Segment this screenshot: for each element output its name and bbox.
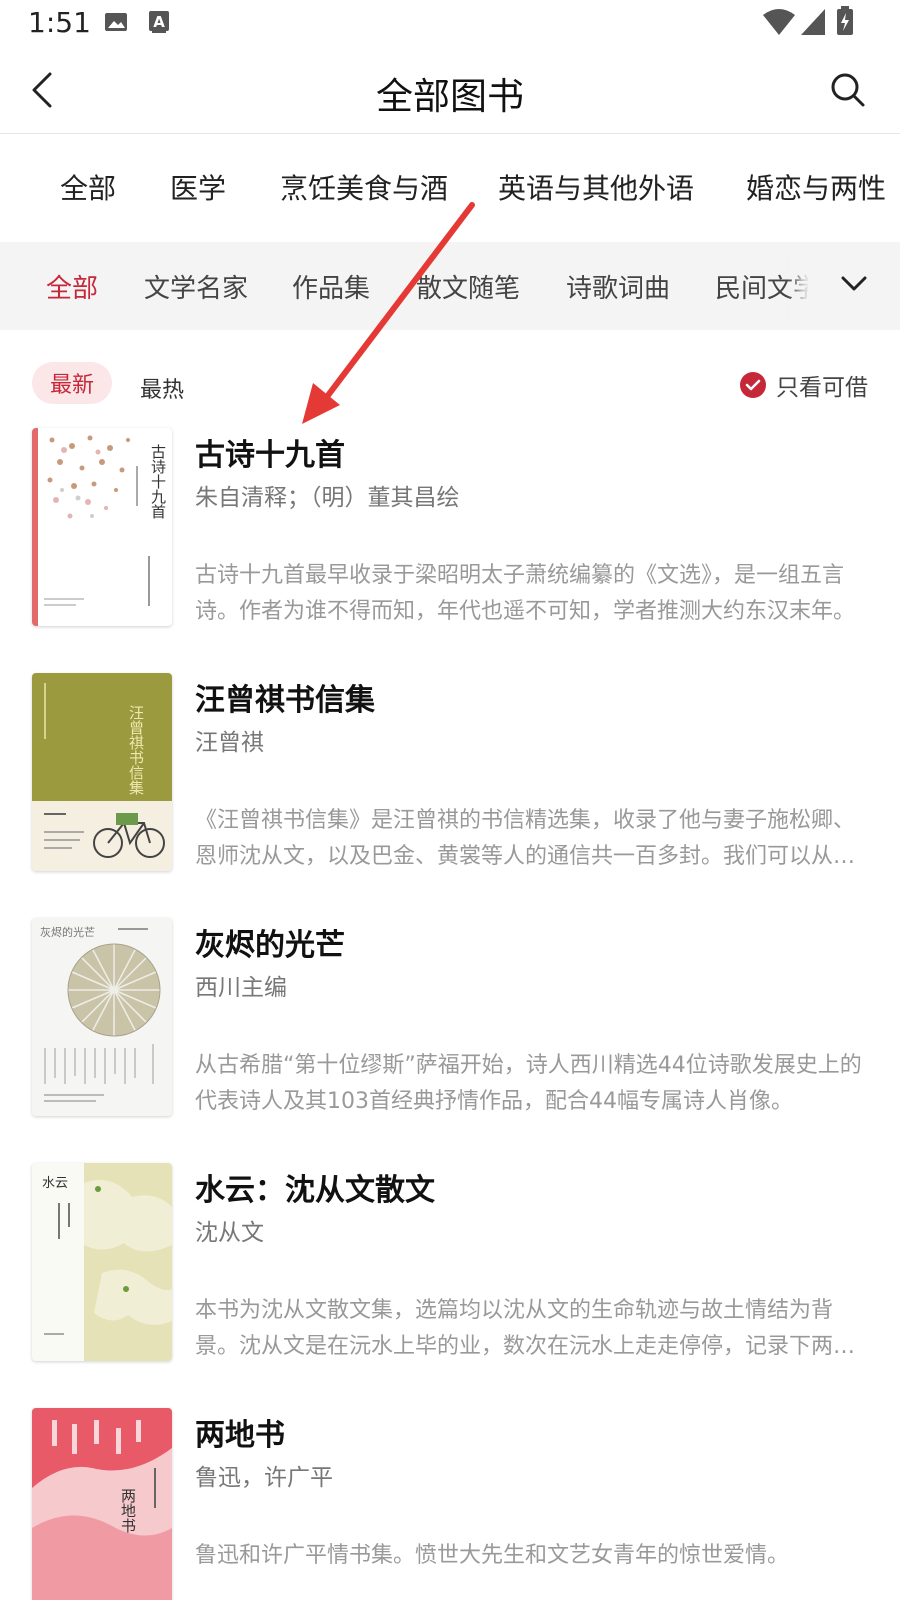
svg-text:A: A (153, 13, 165, 31)
check-circle-icon (740, 372, 766, 398)
image-icon (104, 10, 128, 38)
cover-title-text: 灰烬的光芒 (40, 925, 95, 939)
book-description: 从古希腊“第十位缪斯”萨福开始，诗人西川精选44位诗歌发展史上的代表诗人及其10… (195, 1053, 862, 1114)
book-cover[interactable]: 两地书 (32, 1408, 172, 1600)
app-header: 全部图书 (0, 50, 900, 134)
book-item[interactable]: 两地书 两地书 鲁迅，许广平 鲁迅和许广平情书集。愤世大先生和文艺女青年的惊世爱… (0, 1408, 900, 1600)
chevron-down-icon (841, 276, 867, 296)
a-notification-icon: A (148, 10, 170, 38)
cover-title-text: 古诗十九首 (149, 444, 167, 519)
book-title: 汪曾祺书信集 (195, 683, 375, 718)
cell-signal-icon (800, 8, 826, 40)
book-description: 本书为沈从文散文集，选篇均以沈从文的生命轨迹与故土情结为背景。沈从文是在沅水上毕… (195, 1298, 856, 1359)
status-time: 1:51 (28, 6, 91, 39)
book-author: 鲁迅，许广平 (195, 1465, 333, 1491)
cover-title-text: 水云 (42, 1176, 68, 1191)
wifi-icon (762, 8, 796, 40)
category-tab-medicine[interactable]: 医学 (170, 167, 226, 207)
page-title: 全部图书 (376, 75, 524, 118)
search-icon (830, 72, 866, 112)
book-author: 沈从文 (195, 1220, 264, 1246)
book-cover[interactable]: 汪曾祺书信集 (32, 673, 172, 871)
book-author: 汪曾祺 (195, 730, 264, 756)
subcategory-tabs: 全部 文学名家 作品集 散文随笔 诗歌词曲 民间文学 (0, 242, 900, 330)
battery-charging-icon (836, 6, 854, 40)
book-item[interactable]: 水云 水云：沈从文散文 沈从文 本书为沈从文散文集，选篇均以沈从文的生命轨迹与故… (0, 1163, 900, 1363)
book-author: 西川主编 (195, 975, 287, 1001)
category-tabs: 全部 医学 烹饪美食与酒 英语与其他外语 婚恋与两性 (0, 135, 900, 237)
book-cover[interactable]: 灰烬的光芒 (32, 918, 172, 1116)
only-available-toggle[interactable]: 只看可借 (740, 368, 868, 402)
subcategory-tab-folk-literature[interactable]: 民间文学 (715, 268, 819, 305)
book-item[interactable]: 灰烬的光芒 灰烬的光芒 西川主编 从古希腊“第十位缪斯”萨福开始，诗人西川精选4… (0, 918, 900, 1118)
category-tab-all[interactable]: 全部 (60, 167, 116, 207)
cover-title-text: 汪曾祺书信集 (127, 705, 145, 795)
book-description: 鲁迅和许广平情书集。愤世大先生和文艺女青年的惊世爱情。 (195, 1543, 790, 1568)
book-title: 灰烬的光芒 (195, 928, 345, 963)
subcategory-tab-essays[interactable]: 散文随笔 (416, 268, 520, 305)
book-title: 两地书 (195, 1418, 285, 1453)
search-button[interactable] (824, 68, 872, 116)
subcategory-tab-all[interactable]: 全部 (46, 268, 98, 305)
status-bar: 1:51 A (0, 0, 900, 50)
book-item[interactable]: 汪曾祺书信集 汪曾祺书信集 汪曾祺 《汪曾祺书信集》是汪曾祺的书信精选集，收录了… (0, 673, 900, 873)
book-cover[interactable]: 水云 (32, 1163, 172, 1361)
book-item[interactable]: 古诗十九首 古诗十九首 朱自清释；（明）董其昌绘 古诗十九首最早收录于梁昭明太子… (0, 428, 900, 628)
book-description: 古诗十九首最早收录于梁昭明太子萧统编纂的《文选》，是一组五言诗。作者为谁不得而知… (195, 563, 856, 624)
subcategory-tab-poetry[interactable]: 诗歌词曲 (566, 268, 670, 305)
book-author: 朱自清释；（明）董其昌绘 (195, 485, 460, 511)
only-available-label: 只看可借 (776, 375, 868, 401)
category-tab-cooking[interactable]: 烹饪美食与酒 (280, 167, 448, 207)
subcategory-tab-literary-masters[interactable]: 文学名家 (144, 268, 248, 305)
category-tab-foreign-languages[interactable]: 英语与其他外语 (498, 167, 694, 207)
subcategory-tab-collections[interactable]: 作品集 (292, 268, 370, 305)
book-description: 《汪曾祺书信集》是汪曾祺的书信精选集，收录了他与妻子施松卿、恩师沈从文，以及巴金… (195, 808, 856, 869)
book-title: 水云：沈从文散文 (195, 1173, 435, 1208)
expand-subcategories-button[interactable] (808, 242, 900, 330)
category-tab-relationships[interactable]: 婚恋与两性 (746, 167, 886, 207)
book-cover[interactable]: 古诗十九首 (32, 428, 172, 626)
cover-title-text: 两地书 (119, 1488, 137, 1533)
book-title: 古诗十九首 (195, 438, 345, 473)
sort-newest-button[interactable]: 最新 (32, 362, 112, 404)
sort-hottest-button[interactable]: 最热 (140, 372, 184, 404)
